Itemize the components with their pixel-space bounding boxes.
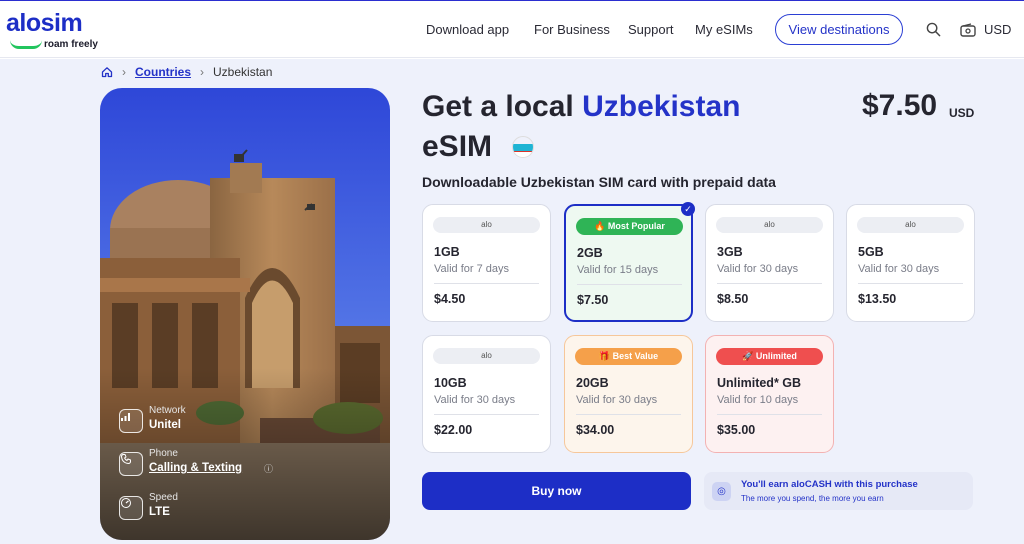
plan-card-10gb[interactable]: alo 10GB Valid for 30 days $22.00 <box>422 335 551 453</box>
plan-validity: Valid for 30 days <box>858 263 940 275</box>
plan-data: 10GB <box>434 376 467 390</box>
chevron-right-icon: › <box>122 65 126 79</box>
uzbekistan-flag-icon <box>512 136 535 158</box>
nav-for-business[interactable]: For Business <box>534 22 610 37</box>
info-phone: Phone Calling & Texting ⓘ <box>119 448 279 488</box>
plan-card-2gb[interactable]: 🔥 Most Popular ✓ 2GB Valid for 15 days $… <box>564 202 695 322</box>
plan-data: 20GB <box>576 376 609 390</box>
phone-label: Phone <box>149 448 178 459</box>
plan-price: $13.50 <box>858 292 897 306</box>
divider <box>434 414 539 415</box>
divider <box>577 284 682 285</box>
coins-icon: ◎ <box>712 482 731 501</box>
page-title: Get a local Uzbekistan eSIM <box>422 87 822 167</box>
phone-value[interactable]: Calling & Texting <box>149 462 242 474</box>
alocash-banner: ◎ You'll earn aloCASH with this purchase… <box>704 472 973 510</box>
divider <box>717 283 822 284</box>
home-icon[interactable] <box>101 66 113 78</box>
plan-card-unlimited[interactable]: 🚀 Unlimited Unlimited* GB Valid for 10 d… <box>705 335 834 453</box>
plan-validity: Valid for 15 days <box>577 264 659 276</box>
chevron-right-icon: › <box>200 65 205 79</box>
info-network: Network Unitel <box>119 405 279 445</box>
alo-tag: alo <box>857 217 964 233</box>
speed-value: LTE <box>149 506 170 518</box>
plan-card-5gb[interactable]: alo 5GB Valid for 30 days $13.50 <box>846 204 975 322</box>
alocash-subtitle: The more you spend, the more you earn <box>741 494 884 503</box>
plan-validity: Valid for 30 days <box>717 263 799 275</box>
divider <box>434 283 539 284</box>
alosim-logo[interactable]: alosim roam freely <box>6 9 116 53</box>
price-currency: USD <box>949 106 975 120</box>
plan-validity: Valid for 30 days <box>576 394 658 406</box>
plan-card-3gb[interactable]: alo 3GB Valid for 30 days $8.50 <box>705 204 834 322</box>
plan-price: $8.50 <box>717 292 749 306</box>
plan-validity: Valid for 30 days <box>434 394 516 406</box>
plan-price: $4.50 <box>434 292 466 306</box>
title-suffix: eSIM <box>422 130 493 163</box>
plan-data: 5GB <box>858 245 884 259</box>
speed-label: Speed <box>149 492 178 503</box>
nav-my-esims[interactable]: My eSIMs <box>695 22 753 37</box>
breadcrumb-countries[interactable]: Countries <box>135 65 191 79</box>
unlimited-badge: 🚀 Unlimited <box>716 348 823 365</box>
info-speed: Speed LTE <box>119 492 279 532</box>
breadcrumb-current: Uzbekistan <box>213 65 273 79</box>
title-country: Uzbekistan <box>582 90 741 123</box>
plan-validity: Valid for 10 days <box>717 394 799 406</box>
plan-data: 1GB <box>434 245 460 259</box>
top-nav: alosim roam freely Download app For Busi… <box>0 0 1024 58</box>
plan-data: 3GB <box>717 245 743 259</box>
info-circle-icon[interactable]: ⓘ <box>264 462 273 475</box>
currency-icon[interactable] <box>960 23 976 37</box>
title-prefix: Get a local <box>422 90 574 123</box>
alo-tag: alo <box>433 217 540 233</box>
network-value: Unitel <box>149 419 181 431</box>
alocash-title: You'll earn aloCASH with this purchase <box>741 479 918 490</box>
plan-price: $35.00 <box>717 423 756 437</box>
selected-price: $7.50 <box>862 89 938 122</box>
divider <box>858 283 963 284</box>
plan-data: Unlimited* GB <box>717 376 802 390</box>
logo-smile-icon <box>10 40 42 49</box>
nav-support[interactable]: Support <box>628 22 674 37</box>
most-popular-badge: 🔥 Most Popular <box>576 218 683 235</box>
search-icon[interactable] <box>926 22 941 37</box>
plan-data: 2GB <box>577 246 603 260</box>
plan-price: $7.50 <box>577 293 609 307</box>
plan-price: $34.00 <box>576 423 615 437</box>
divider <box>717 414 822 415</box>
logo-tagline: roam freely <box>44 39 98 50</box>
signal-icon <box>119 409 143 433</box>
phone-icon <box>119 452 143 476</box>
plan-price: $22.00 <box>434 423 473 437</box>
checkmark-icon: ✓ <box>681 202 695 216</box>
country-hero-image: Network Unitel Phone Calling & Texting ⓘ… <box>100 88 390 540</box>
alo-tag: alo <box>716 217 823 233</box>
plan-validity: Valid for 7 days <box>434 263 510 275</box>
nav-download-app[interactable]: Download app <box>426 22 509 37</box>
plan-card-20gb[interactable]: 🎁 Best Value 20GB Valid for 30 days $34.… <box>564 335 693 453</box>
logo-wordmark: alosim <box>6 9 83 37</box>
speedometer-icon <box>119 496 143 520</box>
divider <box>576 414 681 415</box>
currency-selector[interactable]: USD <box>984 22 1011 37</box>
alo-tag: alo <box>433 348 540 364</box>
page-subtitle: Downloadable Uzbekistan SIM card with pr… <box>422 174 776 190</box>
view-destinations-button[interactable]: View destinations <box>775 14 903 45</box>
best-value-badge: 🎁 Best Value <box>575 348 682 365</box>
plan-card-1gb[interactable]: alo 1GB Valid for 7 days $4.50 <box>422 204 551 322</box>
buy-now-button[interactable]: Buy now <box>422 472 691 510</box>
breadcrumb: › Countries › Uzbekistan <box>101 65 272 79</box>
main-content: › Countries › Uzbekistan Network Unitel … <box>0 59 1024 544</box>
network-label: Network <box>149 405 186 416</box>
